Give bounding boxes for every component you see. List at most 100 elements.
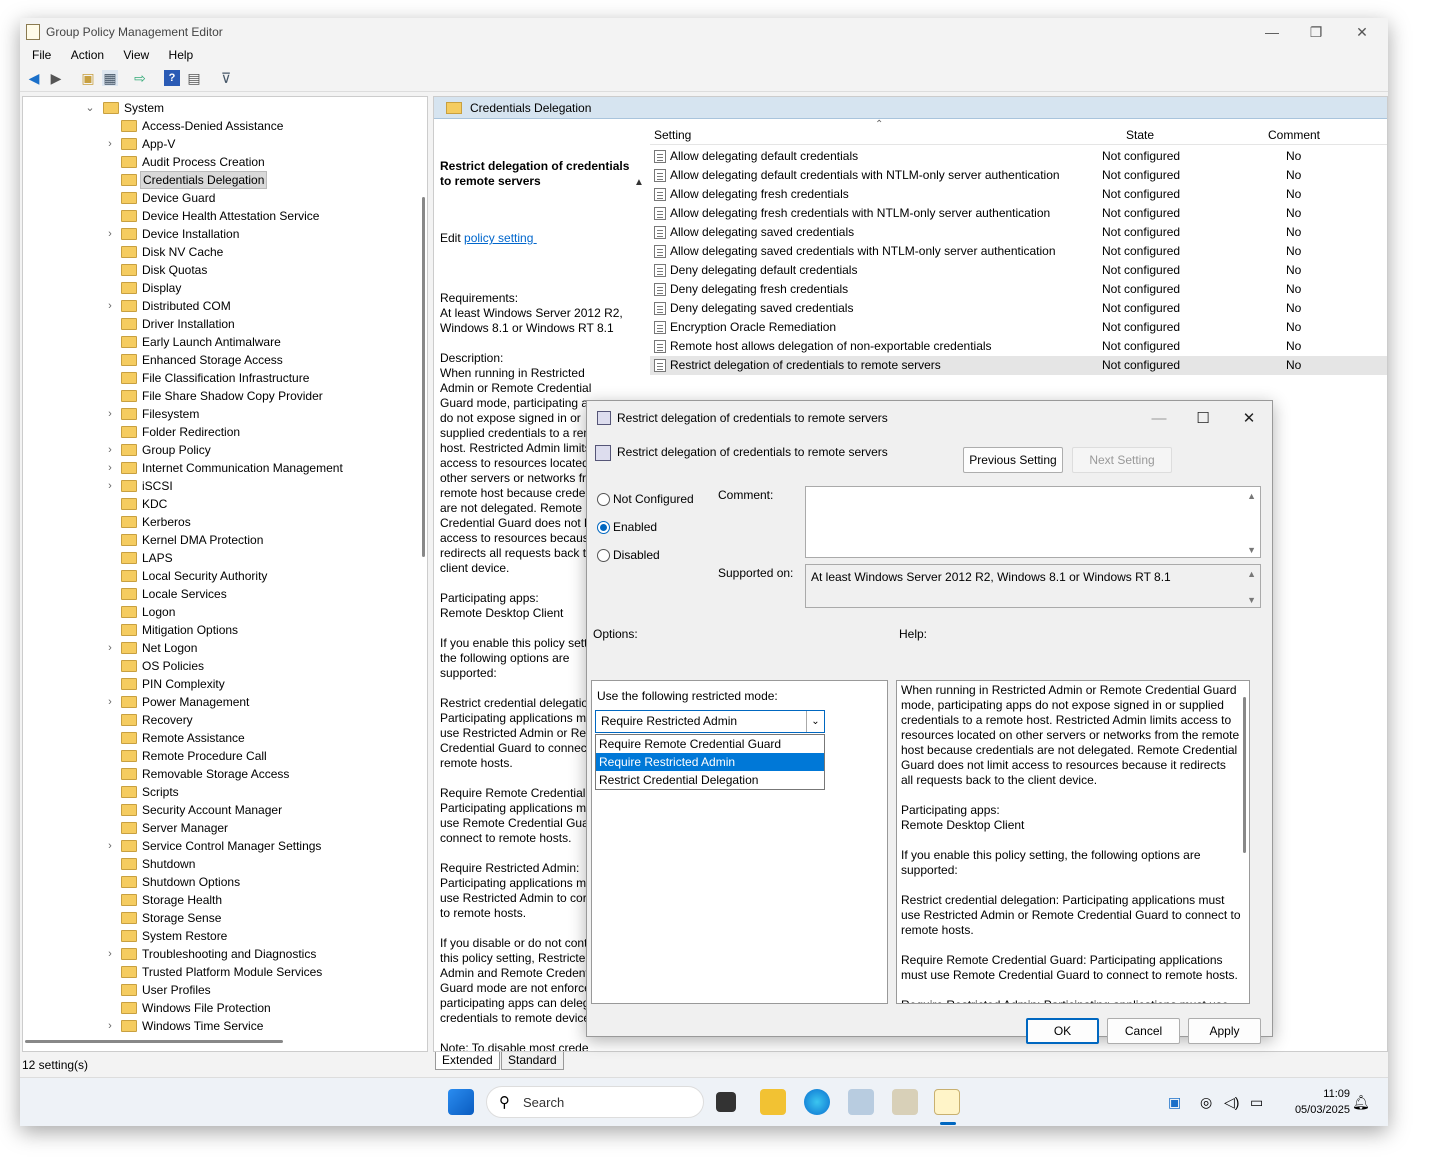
column-state[interactable]: State	[1126, 128, 1154, 142]
help-scrollbar[interactable]	[1243, 697, 1246, 853]
taskbar-search[interactable]: ⚲ Search	[486, 1086, 704, 1118]
export-list-icon[interactable]: ⇨	[132, 70, 148, 86]
network-icon[interactable]: ◎	[1200, 1094, 1212, 1111]
tab-extended[interactable]: Extended	[435, 1052, 500, 1070]
policy-setting-link[interactable]: policy setting	[464, 231, 537, 245]
scroll-down-icon[interactable]: ▼	[1247, 545, 1256, 555]
desc-scroll-up-icon[interactable]: ▲	[634, 177, 644, 188]
tray-app-icon[interactable]: ▣	[1168, 1094, 1181, 1111]
tree-item-label: Filesystem	[142, 407, 200, 421]
menu-action[interactable]: Action	[63, 46, 112, 64]
column-setting[interactable]: Setting	[654, 128, 691, 142]
up-folder-icon[interactable]: ▣	[80, 70, 96, 86]
expand-icon[interactable]: ›	[105, 225, 115, 243]
table-row[interactable]: Restrict delegation of credentials to re…	[650, 356, 1387, 375]
dialog-close-button[interactable]: ✕	[1237, 407, 1261, 431]
expand-icon[interactable]: ›	[105, 1017, 115, 1035]
mode-select[interactable]: Require Restricted Admin ⌄	[595, 710, 825, 733]
table-row[interactable]: Deny delegating saved credentials Not con…	[650, 299, 1387, 318]
mode-option-highlighted[interactable]: Require Restricted Admin	[596, 753, 824, 771]
scroll-up-icon[interactable]: ▲	[1247, 491, 1256, 501]
expand-icon[interactable]: ›	[105, 639, 115, 657]
radio-circle[interactable]	[597, 493, 610, 506]
radio-circle[interactable]	[597, 549, 610, 562]
setting-name: Allow delegating default credentials wit…	[670, 168, 1060, 182]
filter-icon[interactable]: ⊽	[218, 70, 234, 86]
gpmc-icon[interactable]	[892, 1089, 918, 1115]
back-icon[interactable]: ◀	[26, 70, 42, 86]
expand-icon[interactable]: ›	[105, 297, 115, 315]
apply-button[interactable]: Apply	[1188, 1018, 1261, 1044]
collapse-icon[interactable]: ⌄	[85, 99, 95, 117]
file-explorer-icon[interactable]	[760, 1089, 786, 1115]
edge-icon[interactable]	[804, 1089, 830, 1115]
notification-bell-icon[interactable]: 🔔︎	[1352, 1094, 1370, 1111]
previous-setting-button[interactable]: Previous Setting	[963, 447, 1063, 473]
table-row[interactable]: Deny delegating fresh credentials Not con…	[650, 280, 1387, 299]
folder-icon	[121, 444, 137, 456]
dialog-minimize-button[interactable]: —	[1147, 407, 1171, 431]
start-icon[interactable]	[448, 1089, 474, 1115]
maximize-button[interactable]: ❐	[1306, 22, 1326, 42]
gpme-taskbar-icon[interactable]	[934, 1089, 960, 1115]
expand-icon[interactable]: ›	[105, 693, 115, 711]
expand-icon[interactable]: ›	[105, 477, 115, 495]
table-row[interactable]: Allow delegating fresh credentials Not co…	[650, 185, 1387, 204]
dialog-maximize-button[interactable]: ☐	[1191, 407, 1215, 431]
radio-circle-selected[interactable]	[597, 521, 610, 534]
tree-item-label: Credentials Delegation	[140, 171, 268, 189]
help-icon[interactable]: ?	[164, 70, 180, 86]
clock[interactable]: 11:09 05/03/2025	[1295, 1086, 1350, 1118]
tree-item-label: Kerberos	[142, 515, 191, 529]
expand-icon[interactable]: ›	[105, 441, 115, 459]
menu-help[interactable]: Help	[161, 46, 202, 64]
menu-view[interactable]: View	[115, 46, 157, 64]
show-hide-tree-icon[interactable]: ▦	[102, 70, 118, 86]
table-row[interactable]: Encryption Oracle Remediation Not configu…	[650, 318, 1387, 337]
expand-icon[interactable]: ›	[105, 405, 115, 423]
setting-comment: No	[1286, 187, 1302, 201]
cancel-button[interactable]: Cancel	[1107, 1018, 1180, 1044]
table-row[interactable]: Deny delegating default credentials Not c…	[650, 261, 1387, 280]
folder-icon	[121, 714, 137, 726]
menu-file[interactable]: File	[24, 46, 59, 64]
chevron-down-icon[interactable]: ⌄	[806, 711, 824, 732]
forward-icon[interactable]: ▶	[48, 70, 64, 86]
table-row[interactable]: Allow delegating saved credentials Not co…	[650, 223, 1387, 242]
tree-pane[interactable]: ⌄ System Access-Denied Assistance › App-V A…	[22, 96, 428, 1052]
battery-icon[interactable]: ▭	[1250, 1094, 1263, 1111]
scroll-up-icon[interactable]: ▲	[1247, 569, 1256, 579]
expand-icon[interactable]: ›	[105, 459, 115, 477]
next-setting-button[interactable]: Next Setting	[1072, 447, 1172, 473]
server-manager-icon[interactable]	[848, 1089, 874, 1115]
properties-icon[interactable]: ▤	[186, 70, 202, 86]
scroll-down-icon[interactable]: ▼	[1247, 595, 1256, 605]
tree-horizontal-scrollbar[interactable]	[25, 1040, 283, 1043]
mode-option[interactable]: Restrict Credential Delegation	[596, 771, 824, 789]
tree-item-label: App-V	[142, 137, 176, 151]
expand-icon[interactable]: ›	[105, 135, 115, 153]
comment-textarea[interactable]: ▲ ▼	[805, 486, 1261, 558]
tree-item-label: Scripts	[142, 785, 179, 799]
folder-icon	[121, 966, 137, 978]
tree-item-label: Display	[142, 281, 182, 295]
tab-standard[interactable]: Standard	[501, 1052, 564, 1070]
expand-icon[interactable]: ›	[105, 837, 115, 855]
task-view-icon[interactable]	[716, 1092, 736, 1112]
table-row[interactable]: Remote host allows delegation of non-exp…	[650, 337, 1387, 356]
expand-icon[interactable]: ›	[105, 945, 115, 963]
table-row[interactable]: Allow delegating fresh credentials with …	[650, 204, 1387, 223]
ok-button[interactable]: OK	[1026, 1018, 1099, 1044]
column-comment[interactable]: Comment	[1268, 128, 1320, 142]
volume-icon[interactable]: ◁)	[1224, 1094, 1239, 1111]
table-row[interactable]: Allow delegating default credentials wit…	[650, 166, 1387, 185]
table-row[interactable]: Allow delegating default credentials Not …	[650, 147, 1387, 166]
policy-dialog: Restrict delegation of credentials to re…	[586, 400, 1273, 1044]
table-row[interactable]: Allow delegating saved credentials with …	[650, 242, 1387, 261]
mode-option[interactable]: Require Remote Credential Guard	[596, 735, 824, 753]
minimize-button[interactable]: —	[1262, 22, 1282, 42]
search-icon: ⚲	[499, 1094, 510, 1111]
help-panel: When running in Restricted Admin or Remo…	[896, 680, 1250, 1004]
close-button[interactable]: ✕	[1352, 22, 1372, 42]
tree-vertical-scrollbar[interactable]	[422, 197, 425, 557]
